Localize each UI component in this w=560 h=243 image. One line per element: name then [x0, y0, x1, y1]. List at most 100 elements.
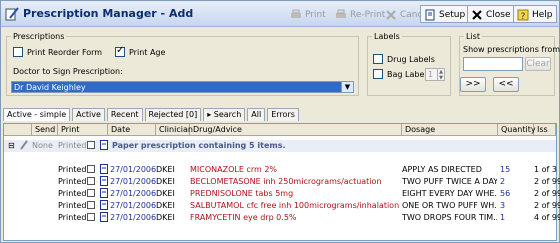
- prescription-icon: [100, 176, 108, 188]
- setup-page-icon: [425, 9, 435, 21]
- prescription-group-row[interactable]: ⊟ None Printed Paper prescription contai…: [4, 140, 556, 152]
- close-button[interactable]: Close: [467, 5, 515, 23]
- row-print-status: Printed: [58, 189, 87, 198]
- row-clinician: DKEI: [156, 213, 175, 222]
- chevron-down-icon[interactable]: ▼: [341, 82, 353, 92]
- previous-button[interactable]: <<: [493, 77, 519, 92]
- row-print-checkbox[interactable]: [87, 177, 95, 185]
- row-date: 27/01/2006: [110, 201, 157, 210]
- group-print-status: Printed: [58, 141, 87, 150]
- spin-down-icon[interactable]: ▼: [437, 75, 444, 81]
- tab-rejected[interactable]: Rejected [0]: [144, 108, 202, 121]
- row-dosage: TWO DROPS FOUR TIM...: [402, 213, 497, 222]
- prescription-manager-window: Prescription Manager - Add Print Re-Prin…: [0, 0, 560, 243]
- row-quantity: 3: [500, 201, 506, 210]
- tab-all[interactable]: All: [247, 108, 266, 121]
- list-legend: List: [466, 32, 480, 41]
- labels-legend: Labels: [374, 32, 400, 41]
- column-header-clinician[interactable]: Clinician: [156, 124, 193, 136]
- row-quantity: 1: [500, 213, 506, 222]
- bag-labels-count: 1: [428, 70, 434, 79]
- column-header-send[interactable]: Send: [32, 124, 58, 136]
- drug-labels-checkbox[interactable]: [373, 54, 383, 64]
- close-icon: [472, 10, 482, 20]
- row-clinician: DKEI: [156, 165, 175, 174]
- row-checkbox-area: [87, 188, 95, 200]
- prescription-icon: [100, 200, 108, 212]
- row-clinician: DKEI: [156, 189, 175, 198]
- row-clinician: DKEI: [156, 177, 175, 186]
- row-quantity: 2: [500, 177, 506, 186]
- prescription-grid[interactable]: Send Print Date Clinician Drug/Advice Do…: [3, 123, 560, 241]
- table-row[interactable]: Printed 27/01/2006 DKEI FRAMYCETIN eye drp …: [4, 212, 560, 224]
- group-print-checkbox[interactable]: [87, 141, 95, 149]
- setup-button-label: Setup: [439, 10, 466, 20]
- tab-search[interactable]: ▸ Search: [203, 108, 246, 121]
- prescription-icon: [100, 140, 108, 152]
- window-title: Prescription Manager - Add: [23, 7, 194, 20]
- view-tabs: Active - simple Active Recent Rejected […: [3, 108, 301, 121]
- print-age-checkbox[interactable]: [115, 45, 125, 57]
- row-drug: BECLOMETASONE inh 250micrograms/actuatio…: [190, 177, 382, 186]
- row-quantity: 15: [500, 165, 511, 174]
- row-print-checkbox[interactable]: [87, 213, 95, 221]
- group-checkbox-area: [87, 140, 95, 152]
- row-clinician: DKEI: [156, 201, 175, 210]
- table-row[interactable]: Printed 27/01/2006 DKEI MICONAZOLE crm 2% AP…: [4, 164, 557, 176]
- clear-button[interactable]: Clear: [525, 57, 551, 71]
- print-reorder-form-option[interactable]: Print Reorder Form: [13, 47, 102, 57]
- collapse-toggle-icon[interactable]: ⊟: [8, 140, 15, 152]
- doctor-label: Doctor to Sign Prescription:: [13, 67, 123, 76]
- row-print-status: Printed: [58, 165, 87, 174]
- print-age-label: Print Age: [129, 47, 166, 57]
- column-header-drug[interactable]: Drug/Advice: [190, 124, 402, 136]
- bag-labels-checkbox[interactable]: [373, 69, 383, 79]
- row-drug: SALBUTAMOL cfc free inh 100micrograms/in…: [190, 201, 400, 210]
- table-row[interactable]: Printed 27/01/2006 DKEI BECLOMETASONE inh 2…: [4, 176, 560, 188]
- next-button[interactable]: >>: [460, 77, 486, 92]
- tab-errors[interactable]: Errors: [267, 108, 299, 121]
- group-description: Paper prescription containing 5 items.: [112, 141, 286, 150]
- prescription-icon: [100, 212, 108, 224]
- tab-recent[interactable]: Recent: [106, 108, 143, 121]
- setup-button[interactable]: Setup: [420, 5, 470, 23]
- column-header-iss[interactable]: Iss: [534, 124, 556, 136]
- row-print-checkbox[interactable]: [87, 165, 95, 173]
- print-age-option[interactable]: Print Age: [115, 45, 166, 57]
- previous-button-label: <<: [498, 79, 514, 89]
- clear-button-label: Clear: [526, 59, 550, 69]
- show-prescriptions-label-row: Show prescriptions from last:: [463, 45, 560, 54]
- print-button[interactable]: Print: [286, 5, 330, 23]
- tab-active-simple[interactable]: Active - simple: [3, 108, 71, 121]
- column-header-dosage[interactable]: Dosage: [402, 124, 498, 136]
- row-print-checkbox[interactable]: [87, 189, 95, 197]
- prescription-icon: [100, 164, 108, 176]
- row-date: 27/01/2006: [110, 213, 157, 222]
- doctor-label-row: Doctor to Sign Prescription:: [13, 67, 123, 76]
- row-drug: MICONAZOLE crm 2%: [190, 165, 278, 174]
- doctor-select[interactable]: Dr David Keighley ▼: [11, 81, 354, 93]
- title-bar: Prescription Manager - Add Print Re-Prin…: [1, 1, 559, 27]
- help-button[interactable]: ? Help: [513, 5, 557, 23]
- show-prescriptions-input[interactable]: [463, 57, 523, 71]
- close-button-label: Close: [486, 10, 511, 20]
- row-dosage: APPLY AS DIRECTED: [402, 165, 482, 174]
- row-print-status: Printed: [58, 213, 87, 222]
- row-print-checkbox[interactable]: [87, 201, 95, 209]
- labels-group: Labels: [367, 32, 451, 96]
- tab-active[interactable]: Active: [72, 108, 105, 121]
- row-print-status: Printed: [58, 177, 87, 186]
- drug-labels-label: Drug Labels: [387, 54, 435, 64]
- table-row[interactable]: Printed 27/01/2006 DKEI PREDNISOLONE tabs 5…: [4, 188, 560, 200]
- drug-labels-option[interactable]: Drug Labels: [373, 54, 435, 64]
- row-iss: 4 of 99: [534, 213, 560, 222]
- print-reorder-form-checkbox[interactable]: [13, 47, 23, 57]
- row-date: 27/01/2006: [110, 189, 157, 198]
- column-header-print[interactable]: Print: [58, 124, 108, 136]
- column-header-date[interactable]: Date: [108, 124, 156, 136]
- table-row[interactable]: Printed 27/01/2006 DKEI SALBUTAMOL cfc free…: [4, 200, 560, 212]
- bag-labels-spinner[interactable]: 1 ▲ ▼: [425, 68, 445, 81]
- prescriptions-legend: Prescriptions: [13, 32, 65, 41]
- row-iss: 1 of 3: [534, 165, 557, 174]
- column-header-quantity[interactable]: Quantity: [498, 124, 536, 136]
